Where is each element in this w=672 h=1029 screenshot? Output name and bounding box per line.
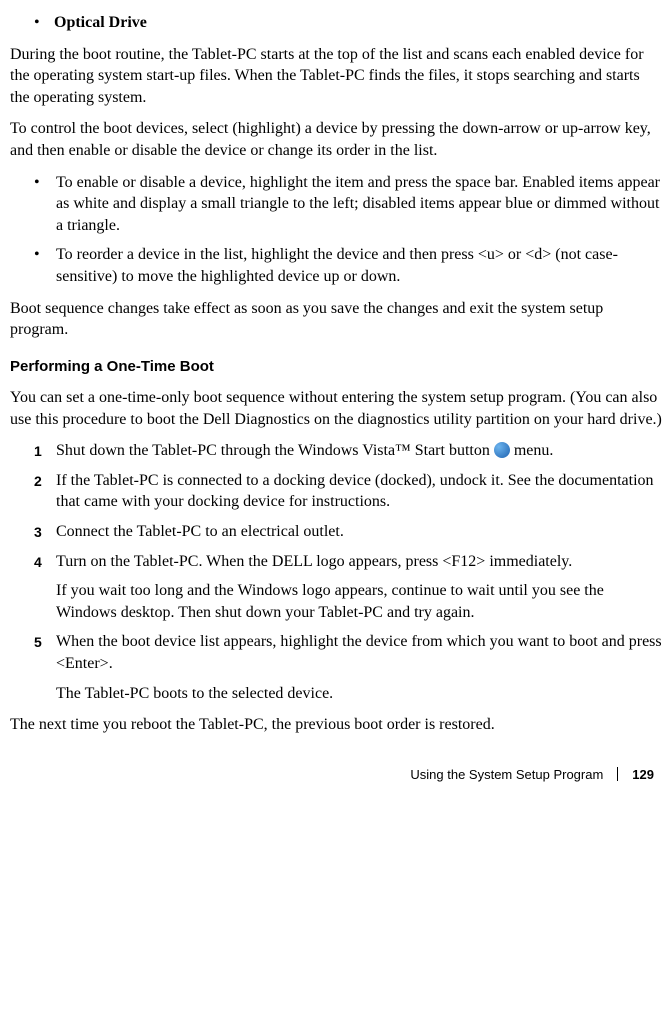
top-bullet-item: • Optical Drive	[34, 12, 662, 34]
windows-start-icon	[494, 442, 510, 458]
bullet-marker: •	[34, 12, 54, 34]
sub-bullet-text: To enable or disable a device, highlight…	[56, 172, 662, 237]
footer-section-title: Using the System Setup Program	[410, 766, 603, 784]
step-number: 5	[34, 631, 56, 674]
step-5-continuation: The Tablet-PC boots to the selected devi…	[56, 683, 662, 705]
paragraph-one-time-intro: You can set a one-time-only boot sequenc…	[10, 387, 662, 430]
bullet-marker: •	[34, 172, 56, 237]
bullet-marker: •	[34, 244, 56, 287]
step-3: 3 Connect the Tablet-PC to an electrical…	[34, 521, 662, 543]
step-text: Turn on the Tablet-PC. When the DELL log…	[56, 551, 662, 573]
step-2: 2 If the Tablet-PC is connected to a doc…	[34, 470, 662, 513]
paragraph-control-boot: To control the boot devices, select (hig…	[10, 118, 662, 161]
step-number: 2	[34, 470, 56, 513]
sub-bullet-reorder: • To reorder a device in the list, highl…	[34, 244, 662, 287]
heading-one-time-boot: Performing a One-Time Boot	[10, 357, 662, 377]
step-text: When the boot device list appears, highl…	[56, 631, 662, 674]
step-number: 3	[34, 521, 56, 543]
step-number: 1	[34, 440, 56, 462]
step-1: 1 Shut down the Tablet-PC through the Wi…	[34, 440, 662, 462]
step-4: 4 Turn on the Tablet-PC. When the DELL l…	[34, 551, 662, 573]
step-text: Shut down the Tablet-PC through the Wind…	[56, 440, 662, 462]
step-text: If the Tablet-PC is connected to a docki…	[56, 470, 662, 513]
optical-drive-label: Optical Drive	[54, 12, 662, 34]
page-footer: Using the System Setup Program 129	[10, 766, 662, 784]
step-4-continuation: If you wait too long and the Windows log…	[56, 580, 662, 623]
sub-bullet-text: To reorder a device in the list, highlig…	[56, 244, 662, 287]
paragraph-next-reboot: The next time you reboot the Tablet-PC, …	[10, 714, 662, 736]
footer-page-number: 129	[632, 766, 654, 784]
step-text: Connect the Tablet-PC to an electrical o…	[56, 521, 662, 543]
document-page: • Optical Drive During the boot routine,…	[0, 0, 672, 803]
footer-divider	[617, 767, 618, 781]
paragraph-changes-effect: Boot sequence changes take effect as soo…	[10, 298, 662, 341]
step-number: 4	[34, 551, 56, 573]
step-1-text-after: menu.	[510, 442, 554, 459]
paragraph-boot-routine: During the boot routine, the Tablet-PC s…	[10, 44, 662, 109]
step-1-text-before: Shut down the Tablet-PC through the Wind…	[56, 442, 494, 459]
step-5: 5 When the boot device list appears, hig…	[34, 631, 662, 674]
sub-bullet-enable-disable: • To enable or disable a device, highlig…	[34, 172, 662, 237]
